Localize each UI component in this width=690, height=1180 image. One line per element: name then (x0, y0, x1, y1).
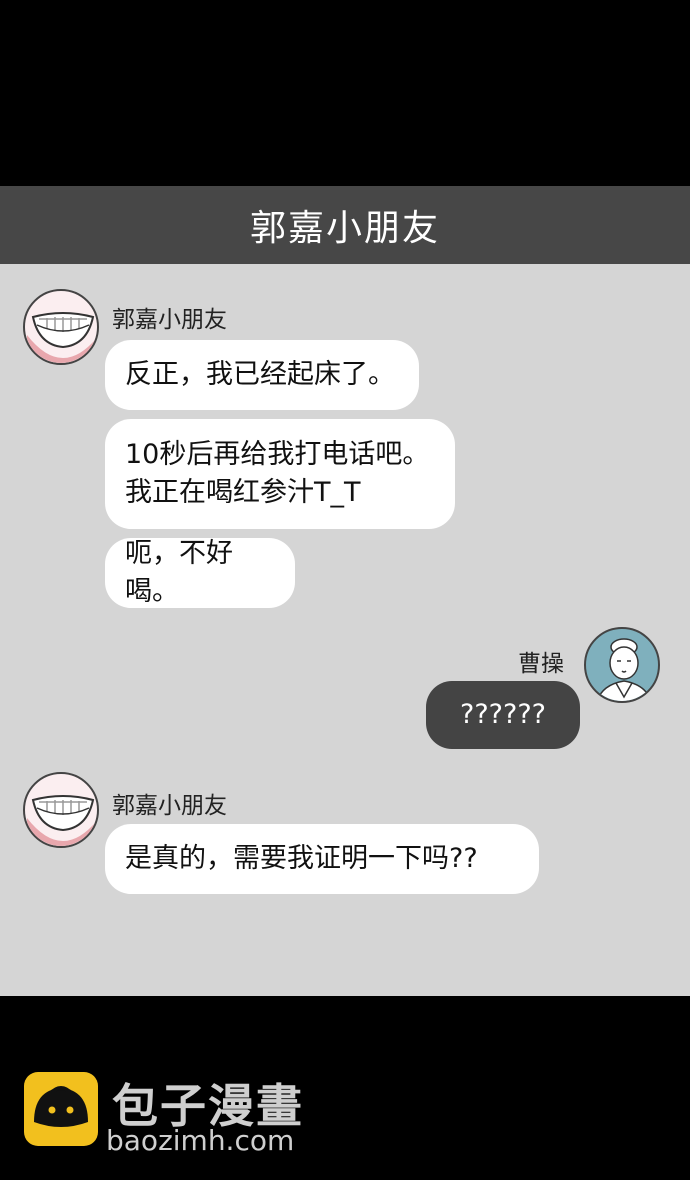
avatar-caocao[interactable] (584, 627, 660, 703)
message-bubble[interactable]: 10秒后再给我打电话吧。 我正在喝红参汁T_T (105, 419, 455, 529)
chat-title: 郭嘉小朋友 (249, 208, 440, 249)
watermark-url: baozimh.com (106, 1124, 295, 1157)
message-bubble-outgoing[interactable]: ?????? (426, 681, 580, 749)
grin-icon (27, 312, 97, 363)
person-icon (596, 638, 652, 701)
grin-icon (27, 795, 97, 846)
bun-logo-icon (24, 1072, 98, 1146)
sender-name: 曹操 (518, 651, 564, 677)
message-bubble[interactable]: 呃，不好喝。 (105, 538, 295, 608)
chat-header: 郭嘉小朋友 (0, 186, 690, 264)
avatar-guojia[interactable] (23, 289, 99, 365)
chat-area[interactable]: 郭嘉小朋友 反正，我已经起床了。 10秒后再给我打电话吧。 我正在喝红参汁T_T… (0, 264, 690, 996)
message-bubble[interactable]: 反正，我已经起床了。 (105, 340, 419, 410)
message-bubble[interactable]: 是真的，需要我证明一下吗?? (105, 824, 539, 894)
sender-name: 郭嘉小朋友 (112, 307, 227, 333)
sender-name: 郭嘉小朋友 (112, 793, 227, 819)
avatar-guojia[interactable] (23, 772, 99, 848)
